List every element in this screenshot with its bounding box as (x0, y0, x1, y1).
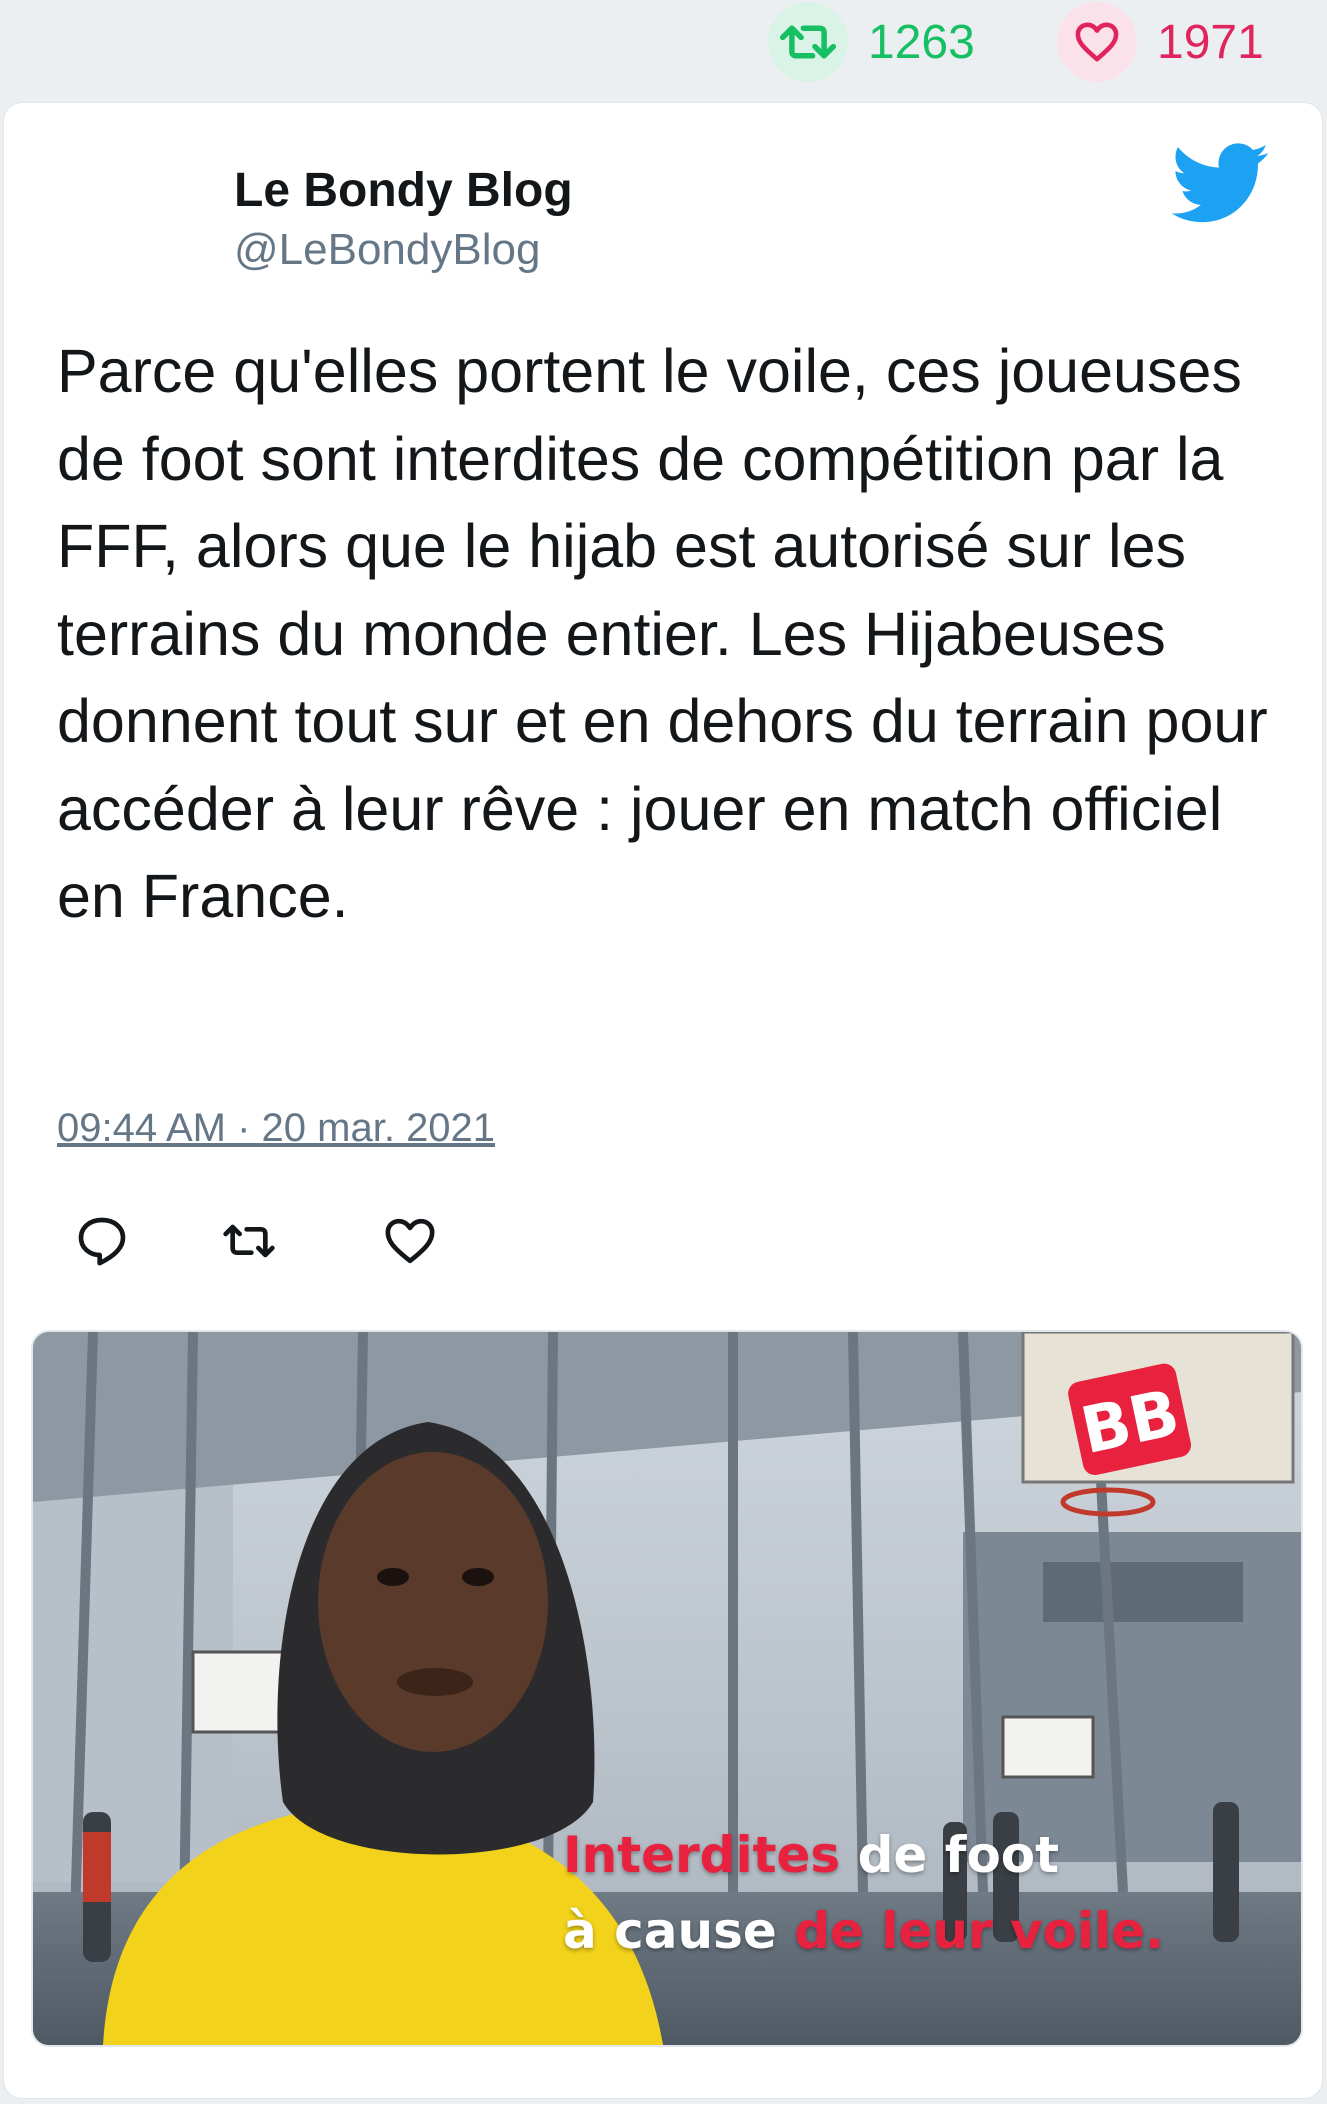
retweet-icon[interactable] (768, 2, 848, 82)
tweet-video-thumbnail[interactable]: BB Interdites de foot à cause de leur vo… (31, 1330, 1303, 2047)
author-name[interactable]: Le Bondy Blog (234, 163, 573, 218)
twitter-bird-icon[interactable] (1171, 143, 1271, 225)
author-handle[interactable]: @LeBondyBlog (234, 225, 540, 275)
caption-line-1: Interdites de foot (563, 1826, 1060, 1884)
like-count: 1971 (1157, 15, 1264, 69)
reply-icon[interactable] (74, 1213, 130, 1269)
heart-icon[interactable] (1057, 2, 1137, 82)
like-count-stat[interactable]: 1971 (1057, 2, 1264, 82)
tweet-card: Le Bondy Blog @LeBondyBlog Parce qu'elle… (4, 103, 1322, 2098)
engagement-stats: 1263 1971 (0, 0, 1327, 90)
like-action-icon[interactable] (382, 1213, 438, 1269)
retweet-action-icon[interactable] (221, 1213, 277, 1269)
tweet-timestamp-link[interactable]: 09:44 AM · 20 mar. 2021 (57, 1106, 495, 1151)
caption-line-2: à cause de leur voile. (563, 1902, 1165, 1960)
retweet-count: 1263 (868, 15, 975, 69)
tweet-text: Parce qu'elles portent le voile, ces jou… (57, 337, 1268, 930)
video-caption: Interdites de foot à cause de leur voile… (563, 1817, 1164, 1969)
retweet-count-stat[interactable]: 1263 (768, 2, 975, 82)
